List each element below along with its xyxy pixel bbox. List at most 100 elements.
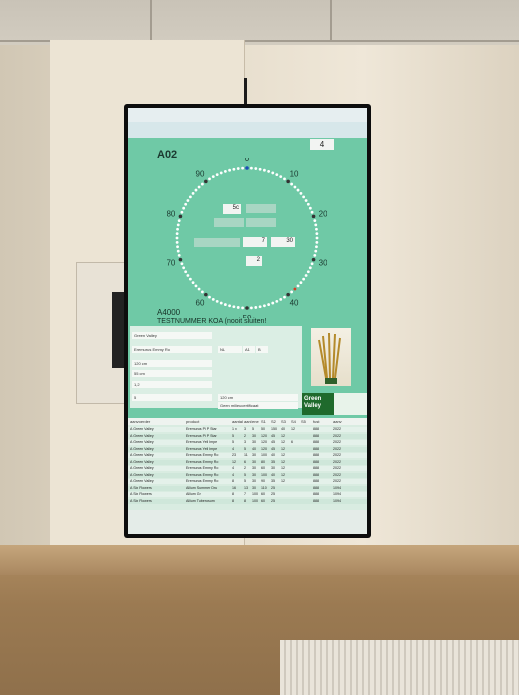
table-cell: 4 [232,466,234,470]
table-cell: 5 [244,479,246,483]
length-field-3: 120 cm [218,394,298,401]
table-cell: A Six Flowers [130,485,152,490]
clock-dot [311,214,316,219]
clock-dot [249,166,253,170]
clock-dot [293,287,297,291]
table-header-cell: S2 [271,419,276,424]
table-cell: 30 [252,440,256,444]
clock-dot [304,199,308,202]
clock-dot [290,290,294,294]
table-cell: 8 [232,492,234,496]
clock-dot [271,171,275,175]
table-cell: 100 [252,498,258,503]
table-cell: 25 [271,492,275,496]
table-cell: 25 [271,485,275,490]
clock-dot [175,236,179,240]
clock-dot [178,257,183,262]
table-cell: A Green Valley [130,472,154,477]
table-cell: 4 [232,446,234,451]
table-cell: 30 [271,466,275,470]
clock-dot [286,179,290,184]
table-cell: 2022 [333,479,341,483]
clock-label: 20 [319,209,327,218]
clock-label: 40 [290,299,299,308]
clock-field-blank [194,238,240,247]
table-header-cell: product [186,419,200,424]
clock-dot [176,249,180,253]
clock-dot [184,270,188,274]
clock-dot [279,175,283,179]
clock-dot [254,167,258,170]
clock-dot [208,177,211,181]
clock-dot [175,240,179,244]
table-row[interactable]: A Green Valley Eremurus Emmy Ro 8 5 30 90 35 12… [128,479,367,484]
table-cell: 888 [313,498,319,503]
table-cell: A Green Valley [130,440,154,444]
clock-dot [175,232,179,236]
clock-dot [258,305,262,309]
table-row[interactable]: A Green Valley Eremurus Yell Impe 4 5 40 120 4… [128,446,367,452]
clock-dot [236,306,240,309]
table-row[interactable]: A Green Valley Eremurus Emmy Ro 4 5 30 100 40 1… [128,472,367,478]
size-a-field: A1 [243,346,255,353]
table-header-cell: S4 [291,419,296,424]
clock-dot [228,304,231,308]
table-cell: 12 [281,433,285,438]
table-cell: 8 [232,498,234,503]
table-cell: 120 [261,446,267,451]
clock-label: 30 [319,259,327,268]
table-row[interactable]: A Green Valley Eremurus Emmy Ro 12 6 30 80 35 1… [128,459,367,465]
clock-dot [211,297,215,301]
table-cell: Eremurus Emmy Ro [186,479,219,483]
table-cell: 2022 [333,427,341,431]
table-cell: 35 [271,459,275,464]
clock-dot [180,210,184,214]
table-row[interactable]: A Six Flowers Allium Gr 8 7 100 60 25 888 1094 [128,492,367,497]
table-row[interactable]: A Green Valley Eremurus Yell Impe 5 3 30 120 4… [128,440,367,445]
clock-dot [315,236,319,240]
table-cell: 888 [313,446,319,451]
clock-dot [219,171,223,175]
clock-dot [177,254,181,257]
clock-dot [283,177,286,181]
table-cell: 12 [281,479,285,483]
table-cell: 5 [232,440,234,444]
clock-label: 90 [196,169,205,178]
clock-dot [176,223,180,227]
table-cell: 3 [244,427,246,431]
table-cell: 40 [281,427,285,431]
table-cell: 1094 [333,498,341,503]
country-field: NL [218,346,242,353]
table-cell: 45 [271,433,275,438]
table-row[interactable]: A Six Flowers Allium Tuberosum 8 8 100 60 25 88… [128,498,367,504]
clock-dot [188,277,192,281]
table-row[interactable]: A Six Flowers Allium Summer Dru 16 13 30 110 2… [128,485,367,491]
clock-dot [310,262,314,266]
table-cell: 12 [281,453,285,457]
clock-dot [176,245,179,249]
clock-field-1: 5c [223,204,241,214]
clock-dot [296,284,300,288]
table-cell: 8 [232,479,234,483]
clock-dot [263,168,266,172]
clock-dot [208,295,211,299]
table-cell: 40 [271,472,275,477]
ceiling-seam [330,0,332,42]
table-cell: A Green Valley [130,453,154,457]
table-row[interactable]: A Green Valley Eremurus Pi P Star 5 2 30 120 4… [128,433,367,439]
table-cell: 2 [244,466,246,470]
clock-dot [245,166,249,170]
table-header-cell: ene [252,419,259,424]
size-b-field: B [256,346,268,353]
table-cell: 90 [261,479,265,483]
clock-dot [184,202,188,206]
clock-dot [236,167,240,170]
table-row[interactable]: A Green Valley Eremurus Emmy Ro 4 2 30 60 30 12… [128,466,367,471]
clock-dot [296,188,300,192]
table-row[interactable]: A Green Valley Eremurus Emmy Ro 23 11 30 100 4… [128,453,367,458]
clock-field-4: 2 [246,256,262,266]
clock-dot [182,266,186,270]
table-cell: 5 [232,433,234,438]
table-row[interactable]: A Green Valley Eremurus Pi P Star 1 x 3 5 50 1… [128,427,367,432]
table-cell: 2022 [333,466,341,470]
